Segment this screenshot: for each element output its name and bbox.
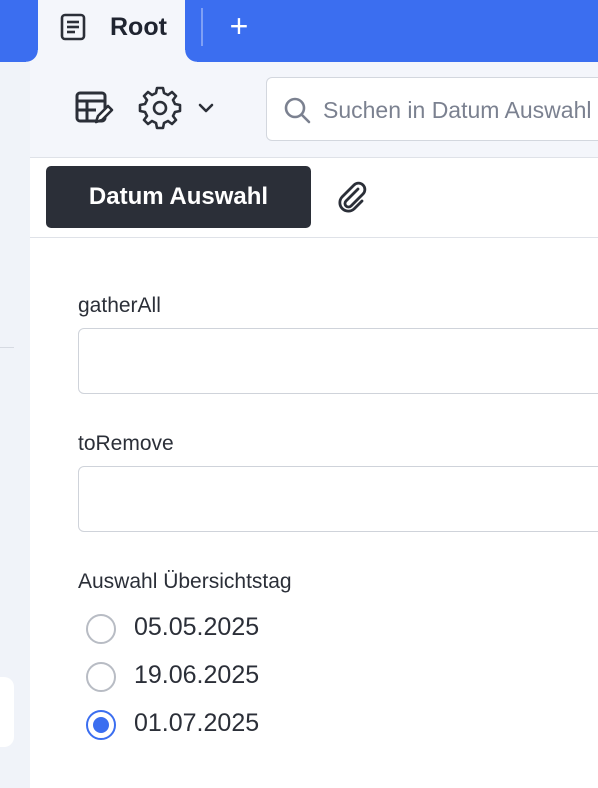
toremove-input[interactable] <box>78 466 598 532</box>
radio-group-label: Auswahl Übersichtstag <box>78 570 292 593</box>
chevron-down-icon[interactable] <box>196 98 216 118</box>
radio-option[interactable]: 19.06.2025 <box>86 658 386 698</box>
radio-button[interactable] <box>86 614 116 644</box>
paperclip-icon[interactable] <box>336 180 368 214</box>
document-icon <box>60 13 86 41</box>
field-label-gatherall: gatherAll <box>78 294 161 317</box>
section-bar: Datum Auswahl <box>30 158 598 238</box>
radio-option-label: 19.06.2025 <box>134 661 260 689</box>
toolbar <box>30 62 598 158</box>
radio-button[interactable] <box>86 662 116 692</box>
tab-label: Root <box>110 13 167 41</box>
radio-option[interactable]: 05.05.2025 <box>86 610 386 650</box>
tab-root[interactable]: Root <box>26 0 197 62</box>
gatherall-input[interactable] <box>78 328 598 394</box>
search-input[interactable] <box>321 78 598 142</box>
radio-option[interactable]: 01.07.2025 <box>86 706 386 746</box>
main-panel: Datum Auswahl gatherAll toRemove Auswahl… <box>30 62 598 788</box>
add-tab-button[interactable]: + <box>222 8 256 46</box>
gear-icon[interactable] <box>138 86 186 130</box>
field-label-toremove: toRemove <box>78 432 174 455</box>
radio-button-selected[interactable] <box>86 710 116 740</box>
tab-bar: Root + <box>0 0 598 62</box>
radio-option-label: 01.07.2025 <box>134 709 260 737</box>
search-box[interactable] <box>266 77 598 142</box>
radio-option-label: 05.05.2025 <box>134 613 260 641</box>
plus-icon: + <box>229 8 249 44</box>
form-edit-icon[interactable] <box>74 88 114 128</box>
search-icon <box>284 97 311 124</box>
sidebar-card[interactable] <box>0 677 14 747</box>
sidebar-divider <box>0 347 14 348</box>
section-tab-datum-auswahl[interactable]: Datum Auswahl <box>46 166 311 228</box>
tab-separator <box>201 8 203 46</box>
